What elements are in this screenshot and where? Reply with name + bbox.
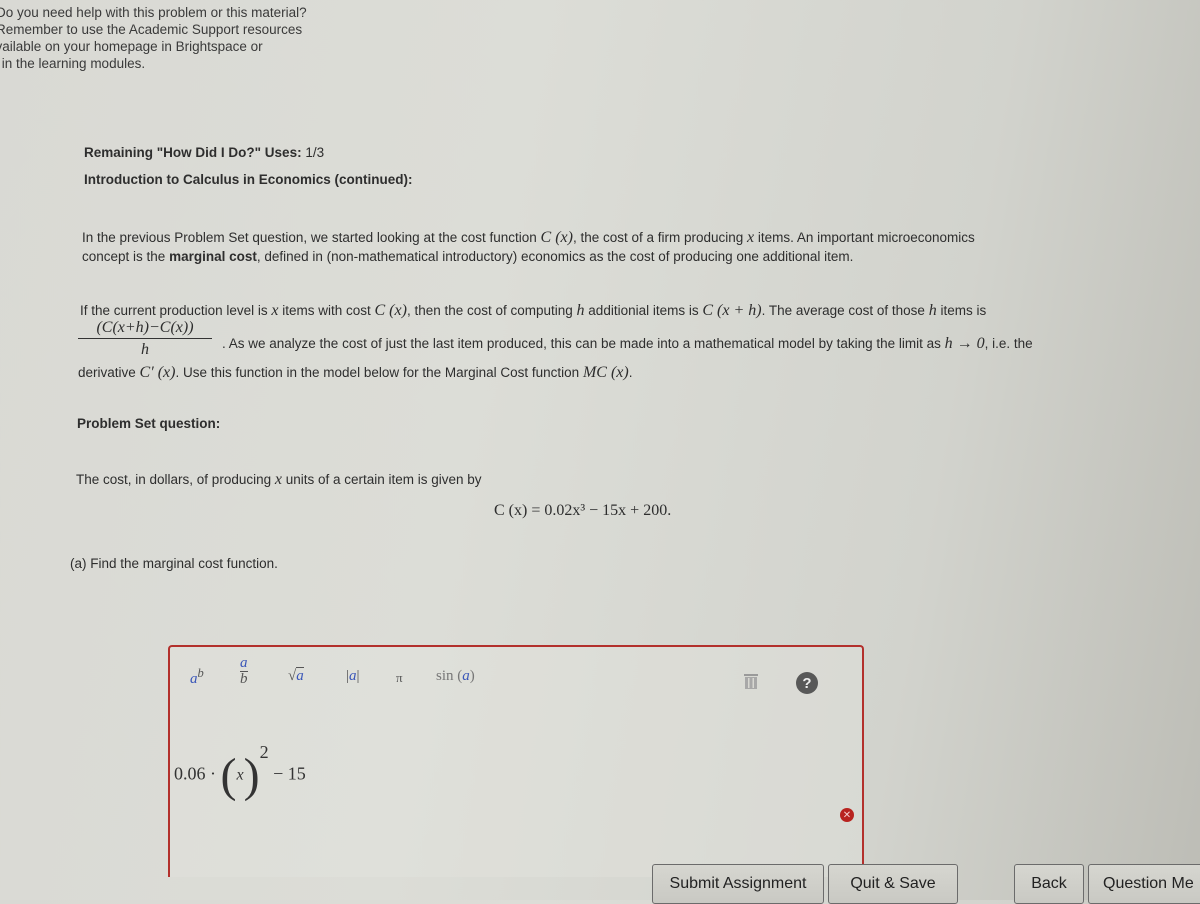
incorrect-icon: ✕ bbox=[840, 808, 854, 822]
text: derivative bbox=[78, 365, 140, 380]
help-line: or in the learning modules. bbox=[0, 56, 146, 71]
sin-arg: a bbox=[462, 668, 470, 684]
math-cx: C (x) bbox=[374, 302, 407, 319]
cost-formula: C (x) = 0.02x³ − 15x + 200. bbox=[494, 502, 672, 519]
help-line: Remember to use the Academic Support res… bbox=[0, 22, 303, 37]
text: additionial items is bbox=[584, 303, 703, 318]
help-line: available on your homepage in Brightspac… bbox=[0, 39, 263, 54]
sin-label: sin bbox=[436, 668, 454, 684]
part-a-text: (a) Find the marginal cost function. bbox=[70, 556, 278, 571]
remaining-uses: Remaining "How Did I Do?" Uses: 1/3 bbox=[84, 145, 324, 160]
marginal-cost-term: marginal cost bbox=[169, 249, 257, 264]
intro-line-4: . As we analyze the cost of just the las… bbox=[222, 335, 1033, 353]
answer-tail: − 15 bbox=[273, 763, 306, 784]
text: . As we analyze the cost of just the las… bbox=[222, 336, 945, 351]
trash-icon[interactable] bbox=[742, 672, 760, 690]
fraction-button[interactable]: a b bbox=[240, 656, 248, 687]
power-button[interactable]: ab bbox=[190, 666, 204, 688]
part-a-prompt: (a) Find the marginal cost function. bbox=[70, 555, 278, 573]
text: In the previous Problem Set question, we… bbox=[82, 230, 541, 245]
text: , defined in (non-mathematical introduct… bbox=[256, 249, 854, 264]
sqrt-icon: √ bbox=[288, 668, 297, 684]
help-line: Do you need help with this problem or th… bbox=[0, 5, 307, 20]
sin-button[interactable]: sin (a) bbox=[436, 668, 475, 685]
quit-save-button[interactable]: Quit & Save bbox=[828, 864, 958, 904]
text: . The average cost of those bbox=[761, 303, 929, 318]
sqrt-button[interactable]: √a bbox=[288, 667, 304, 685]
fraction-num: a bbox=[240, 655, 248, 672]
text: , the cost of a firm producing bbox=[572, 230, 748, 245]
intro-line-1: In the previous Problem Set question, we… bbox=[82, 229, 975, 247]
text: , i.e. the bbox=[984, 336, 1033, 351]
intro-line-5: derivative C′ (x). Use this function in … bbox=[78, 364, 632, 382]
fraction-denominator: h bbox=[141, 341, 149, 358]
math-mc: MC (x) bbox=[582, 364, 629, 381]
help-icon[interactable]: ? bbox=[796, 672, 818, 694]
text: . Use this function in the model below f… bbox=[175, 365, 583, 380]
math-h: h bbox=[928, 302, 937, 319]
fraction-den: b bbox=[240, 671, 248, 687]
text: items with cost bbox=[278, 303, 375, 318]
math-x: x bbox=[274, 471, 282, 488]
average-cost-fraction: (C(x+h)−C(x)) h bbox=[78, 319, 212, 359]
math-cxh: C (x + h) bbox=[702, 302, 762, 319]
answer-input[interactable]: 0.06 · (x)2 − 15 bbox=[168, 722, 860, 872]
power-base: a bbox=[190, 671, 198, 687]
text: items is bbox=[936, 303, 987, 318]
answer-exponent: 2 bbox=[259, 741, 269, 762]
help-notice: Do you need help with this problem or th… bbox=[0, 4, 307, 72]
sqrt-arg: a bbox=[296, 667, 304, 684]
fraction-numerator: (C(x+h)−C(x)) bbox=[78, 319, 212, 339]
answer-variable: x bbox=[236, 766, 244, 784]
intro-line-3: If the current production level is x ite… bbox=[80, 302, 986, 320]
math-limit: h → 0 bbox=[944, 335, 985, 352]
intro-line-2: concept is the marginal cost, defined in… bbox=[82, 248, 853, 266]
answer-expression: 0.06 · (x)2 − 15 bbox=[174, 741, 306, 802]
power-exp: b bbox=[197, 666, 204, 680]
abs-button[interactable]: |a| bbox=[346, 668, 360, 685]
question-menu-button[interactable]: Question Me bbox=[1088, 864, 1200, 904]
math-h: h bbox=[576, 302, 585, 319]
intro-title: Introduction to Calculus in Economics (c… bbox=[84, 172, 413, 187]
text: The cost, in dollars, of producing bbox=[76, 472, 275, 487]
abs-arg: a bbox=[349, 668, 357, 684]
text: units of a certain item is given by bbox=[281, 472, 482, 487]
text: , then the cost of computing bbox=[406, 303, 577, 318]
submit-assignment-button[interactable]: Submit Assignment bbox=[652, 864, 824, 904]
pi-button[interactable]: π bbox=[396, 670, 403, 686]
remaining-value: 1/3 bbox=[305, 145, 325, 160]
remaining-label: Remaining "How Did I Do?" Uses: bbox=[84, 145, 302, 160]
pi-icon: π bbox=[396, 670, 403, 685]
text: . bbox=[628, 365, 633, 380]
text: concept is the bbox=[82, 249, 170, 264]
problem-statement: The cost, in dollars, of producing x uni… bbox=[76, 471, 482, 489]
back-button[interactable]: Back bbox=[1014, 864, 1084, 904]
text: items. An important microeconomics bbox=[754, 230, 975, 245]
text: If the current production level is bbox=[80, 303, 272, 318]
math-derivative: C′ (x) bbox=[139, 364, 176, 381]
answer-coefficient: 0.06 · bbox=[174, 763, 216, 784]
math-cost-function: C (x) bbox=[540, 229, 573, 246]
problem-set-title: Problem Set question: bbox=[77, 416, 221, 431]
